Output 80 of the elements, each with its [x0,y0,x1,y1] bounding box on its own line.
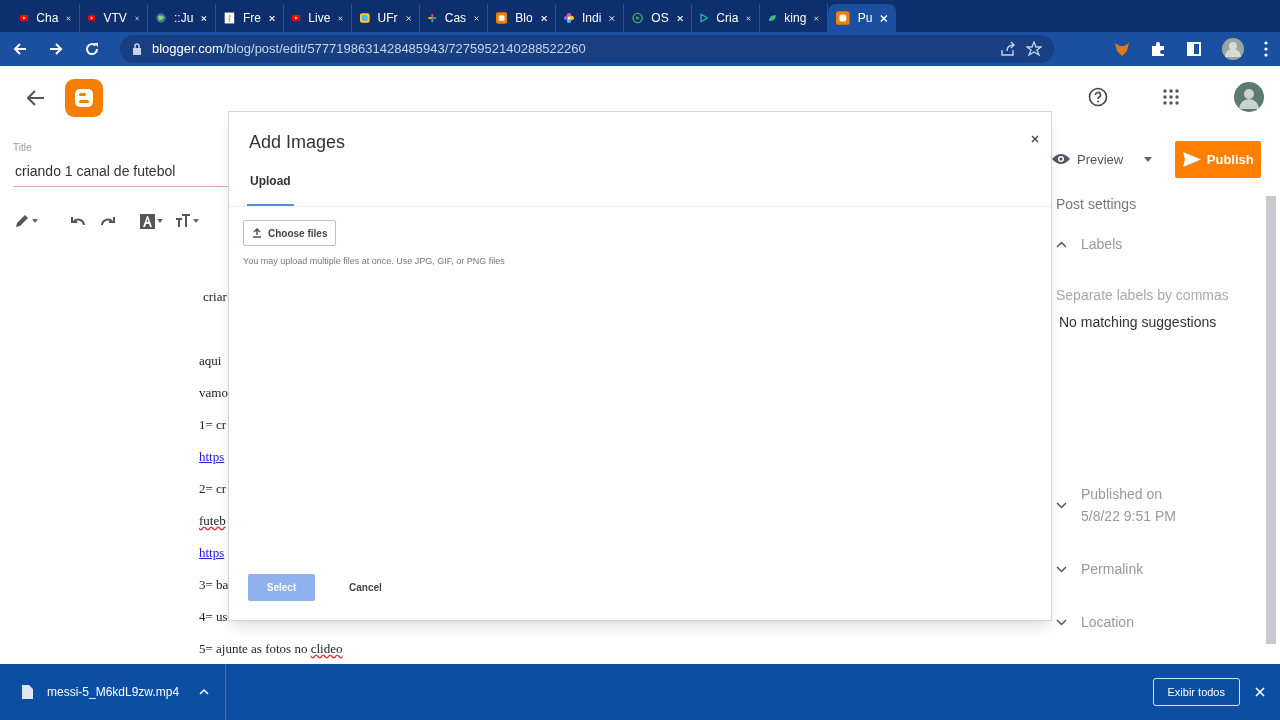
font-size-icon [175,214,191,228]
star-icon[interactable] [1026,41,1042,57]
chevron-up-icon[interactable] [1056,240,1067,248]
apps-grid-icon[interactable] [1163,89,1179,106]
choose-files-button[interactable]: Choose files [243,220,337,246]
link[interactable]: https [199,543,225,562]
close-icon[interactable] [268,13,275,23]
close-icon[interactable] [405,13,411,23]
blog-icon [836,10,850,26]
cancel-button[interactable]: Cancel [335,574,396,601]
pen-icon [14,213,30,229]
dialog-title: Add Images [249,131,346,154]
help-icon[interactable] [1088,87,1108,108]
blog-logo-icon[interactable] [65,79,103,117]
caret-icon [32,219,38,223]
text-color-icon [140,213,155,229]
upload-hint: You may upload multiple files at once. Use JPG, GIF, or PNG files [243,255,505,268]
flower-icon [564,10,574,26]
globe-icon [156,10,166,26]
page-icon [224,10,235,26]
paragraph: vamo [199,384,228,402]
panel-heading: Post settings [1056,195,1137,214]
close-icon[interactable] [609,13,615,23]
caret-icon [157,219,163,223]
upload-tab[interactable]: Upload [247,172,294,206]
app-icon [360,10,370,26]
undo-icon[interactable] [70,215,86,227]
file-icon [22,685,33,699]
paragraph: criar [203,288,227,306]
paragraph: futeb [199,512,226,530]
chevron-down-icon[interactable] [1056,501,1067,509]
paragraph: 2= cr [199,480,227,498]
back-arrow-icon[interactable] [27,89,45,107]
close-icon[interactable] [746,13,751,23]
suggestions-message: No matching suggestions [1059,313,1217,332]
user-avatar-icon[interactable] [1234,82,1264,113]
close-icon[interactable] [1031,135,1039,143]
chevron-up-icon [199,689,210,695]
chevron-down-icon[interactable] [1056,618,1067,626]
blog-icon [496,10,508,26]
browser-tab[interactable]: Pu [828,4,896,32]
play-ring-icon [632,10,644,26]
menu-icon[interactable] [1264,41,1268,57]
date-text: 5/8/22 9:51 PM [1081,507,1176,526]
url-text[interactable]: blogger.com/blog/post/edit/5777198631428485943/7275952140288522260 [152,39,586,59]
caret-icon [1144,156,1153,162]
profile-avatar-icon[interactable] [1222,38,1244,60]
close-icon[interactable] [814,13,819,23]
address-bar[interactable]: blogger.com/blog/post/edit/5777198631428485943/7275952140288522260 [120,35,1054,63]
download-item[interactable]: messi-5_M6kdL9zw.mp4 [0,664,227,720]
play-icon [700,10,709,26]
paragraph: 1= cr [199,416,227,434]
paragraph: aqui [199,352,222,370]
link[interactable]: https [199,447,225,466]
show-all-button[interactable]: Exibir todos [1152,678,1240,706]
close-icon[interactable] [201,13,207,23]
caret-icon [193,219,199,223]
sidebar-icon[interactable] [1186,41,1202,57]
scrollbar[interactable] [1266,196,1276,644]
pen-dropdown[interactable] [14,213,38,229]
lock-icon [132,43,142,55]
share-icon[interactable] [1000,41,1016,57]
upload-icon [252,228,262,238]
back-icon[interactable] [12,41,28,57]
fox-icon[interactable] [1114,41,1130,57]
redo-icon[interactable] [100,215,116,227]
font-size-dropdown[interactable] [175,214,199,228]
forward-icon[interactable] [48,41,64,57]
puzzle-icon[interactable] [1150,41,1166,57]
preview-button[interactable]: Preview [1052,149,1153,170]
reload-icon[interactable] [84,41,100,57]
close-icon[interactable] [338,13,343,23]
paragraph: 3= ba [199,576,229,594]
paragraph: 4= us [199,608,228,626]
text-color-dropdown[interactable] [140,213,163,229]
close-icon[interactable] [66,13,71,23]
send-icon [1182,151,1201,167]
chevron-down-icon[interactable] [1056,565,1067,573]
paragraph: 5= ajunte as fotos no clideo [199,640,343,658]
title-label: Title [13,141,32,155]
